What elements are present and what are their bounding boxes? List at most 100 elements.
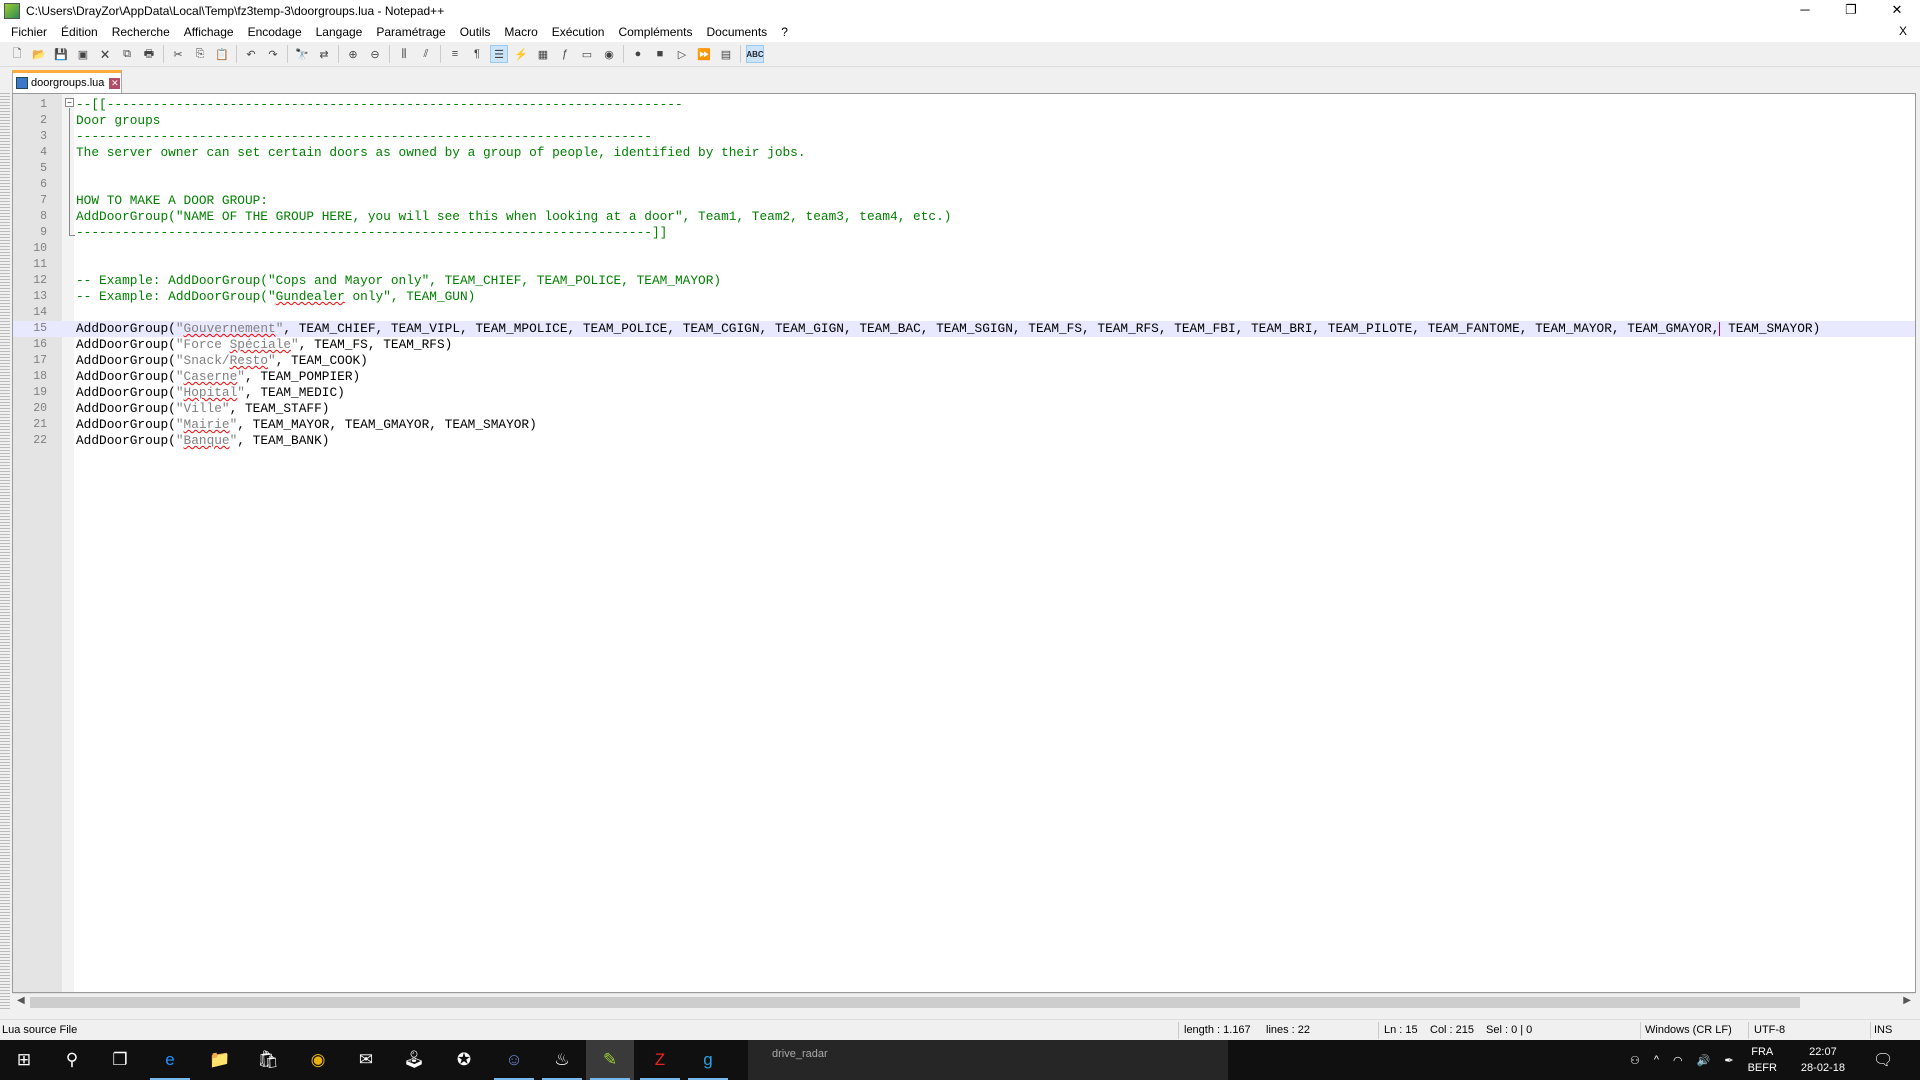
close-icon[interactable]: 🗙 <box>96 45 114 63</box>
code-line[interactable]: 15 AddDoorGroup("Gouvernement", TEAM_CHIE… <box>13 321 1915 337</box>
close-all-icon[interactable]: ⧉ <box>118 45 136 63</box>
doc-map-icon[interactable]: ▦ <box>534 45 552 63</box>
code-line[interactable]: 6 <box>13 177 1915 193</box>
udl-icon[interactable]: ⚡ <box>512 45 530 63</box>
code-line[interactable]: 10 <box>13 241 1915 257</box>
tab-doorgroups-lua[interactable]: doorgroups.lua ✕ <box>12 70 122 93</box>
search-icon[interactable]: ⚲ <box>48 1040 96 1080</box>
print-icon[interactable]: 🖶 <box>140 45 158 63</box>
menu-recherche[interactable]: Recherche <box>105 25 177 39</box>
task-view-icon[interactable]: ❐ <box>96 1040 144 1080</box>
steam-icon[interactable]: ♨ <box>538 1040 586 1080</box>
code-line[interactable]: 12 -- Example: AddDoorGroup("Cops and May… <box>13 273 1915 289</box>
code-line[interactable]: 5 <box>13 161 1915 177</box>
code-line[interactable]: 20 AddDoorGroup("Ville", TEAM_STAFF) <box>13 401 1915 417</box>
code-line[interactable]: 1 --[[-----------------------------------… <box>13 97 1915 113</box>
open-file-icon[interactable]: 📂 <box>30 45 48 63</box>
copy-icon[interactable]: ⎘ <box>191 45 209 63</box>
code-line[interactable]: 14 <box>13 305 1915 321</box>
menu-documents[interactable]: Documents <box>699 25 774 39</box>
code-line[interactable]: 9 ---------------------------------------… <box>13 225 1915 241</box>
undo-icon[interactable]: ↶ <box>242 45 260 63</box>
code-line[interactable]: 16 AddDoorGroup("Force Spéciale", TEAM_FS… <box>13 337 1915 353</box>
find-icon[interactable]: 🔭 <box>293 45 311 63</box>
code-line[interactable]: 21 AddDoorGroup("Mairie", TEAM_MAYOR, TEA… <box>13 417 1915 433</box>
panel-splitter[interactable] <box>0 93 10 1009</box>
chrome-icon[interactable]: ◉ <box>294 1040 342 1080</box>
code-line[interactable]: 17 AddDoorGroup("Snack/Resto", TEAM_COOK) <box>13 353 1915 369</box>
editor-lines[interactable]: 1 --[[-----------------------------------… <box>13 97 1915 449</box>
status-encoding[interactable]: UTF-8 <box>1754 1024 1785 1036</box>
run-macro-multiple-icon[interactable]: ⏩ <box>695 45 713 63</box>
folder-workspace-icon[interactable]: ▭ <box>578 45 596 63</box>
word-wrap-icon[interactable]: ≡ <box>446 45 464 63</box>
save-all-icon[interactable]: ▣ <box>74 45 92 63</box>
pen-icon[interactable]: ✒ <box>1724 1054 1733 1067</box>
zoom-out-icon[interactable]: ⊖ <box>366 45 384 63</box>
discord-icon[interactable]: ☺ <box>490 1040 538 1080</box>
stop-record-icon[interactable]: ■ <box>651 45 669 63</box>
minimize-button[interactable]: ─ <box>1782 0 1828 22</box>
sync-horizontal-icon[interactable]: ⫽ <box>417 45 435 63</box>
code-line[interactable]: 7 HOW TO MAKE A DOOR GROUP: <box>13 193 1915 209</box>
menu-macro[interactable]: Macro <box>497 25 544 39</box>
scrollbar-thumb[interactable] <box>30 997 1800 1008</box>
code-line[interactable]: 3 ---------------------------------------… <box>13 129 1915 145</box>
notepadpp-icon[interactable]: ✎ <box>586 1040 634 1080</box>
input-language[interactable]: FRA BEFR <box>1748 1044 1777 1076</box>
fold-collapse-icon[interactable]: − <box>65 98 74 107</box>
show-all-chars-icon[interactable]: ¶ <box>468 45 486 63</box>
action-center-icon[interactable]: 🗨 <box>1873 1050 1893 1070</box>
edge-icon[interactable]: e <box>146 1040 194 1080</box>
menu-fichier[interactable]: Fichier <box>4 25 54 39</box>
zoom-in-icon[interactable]: ⊕ <box>344 45 362 63</box>
code-line[interactable]: 13 -- Example: AddDoorGroup("Gundealer on… <box>13 289 1915 305</box>
menu-langage[interactable]: Langage <box>309 25 370 39</box>
game-icon[interactable]: 🕹 <box>390 1040 438 1080</box>
windows-start-icon[interactable]: ⊞ <box>0 1040 48 1080</box>
menu-execution[interactable]: Exécution <box>545 25 612 39</box>
menu-help[interactable]: ? <box>774 25 795 39</box>
restore-button[interactable]: ❐ <box>1828 0 1874 22</box>
menu-outils[interactable]: Outils <box>453 25 498 39</box>
replace-icon[interactable]: ⇄ <box>315 45 333 63</box>
new-file-icon[interactable]: 🗋 <box>8 45 26 63</box>
store-icon[interactable]: 🛍 <box>244 1040 292 1080</box>
network-icon[interactable]: ◠ <box>1673 1054 1683 1067</box>
menu-complements[interactable]: Compléments <box>611 25 699 39</box>
people-icon[interactable]: ⚇ <box>1630 1054 1640 1067</box>
clock[interactable]: 22:07 28-02-18 <box>1801 1044 1845 1076</box>
scroll-right-icon[interactable]: ▶ <box>1903 995 1911 1006</box>
sync-vertical-icon[interactable]: ⫼ <box>395 45 413 63</box>
menu-encodage[interactable]: Encodage <box>241 25 309 39</box>
code-line[interactable]: 2 Door groups <box>13 113 1915 129</box>
save-icon[interactable]: 💾 <box>52 45 70 63</box>
monitoring-icon[interactable]: ◉ <box>600 45 618 63</box>
paste-icon[interactable]: 📋 <box>213 45 231 63</box>
code-line[interactable]: 4 The server owner can set certain doors … <box>13 145 1915 161</box>
function-list-icon[interactable]: ƒ <box>556 45 574 63</box>
mail-icon[interactable]: ✉ <box>342 1040 390 1080</box>
horizontal-scrollbar[interactable]: ◀ ▶ <box>13 993 1915 1010</box>
menu-edition[interactable]: Édition <box>54 25 105 39</box>
code-line[interactable]: 18 AddDoorGroup("Caserne", TEAM_POMPIER) <box>13 369 1915 385</box>
filezilla-icon[interactable]: Z <box>636 1040 684 1080</box>
status-eol[interactable]: Windows (CR LF) <box>1645 1024 1732 1036</box>
menu-affichage[interactable]: Affichage <box>177 25 241 39</box>
redo-icon[interactable]: ↷ <box>264 45 282 63</box>
indent-guide-icon[interactable]: ☰ <box>490 45 508 63</box>
code-line[interactable]: 8 AddDoorGroup("NAME OF THE GROUP HERE, y… <box>13 209 1915 225</box>
close-document-button[interactable]: X <box>1892 24 1914 38</box>
code-line[interactable]: 11 <box>13 257 1915 273</box>
scroll-left-icon[interactable]: ◀ <box>17 995 25 1006</box>
spell-check-icon[interactable]: ABC <box>746 45 764 63</box>
code-line[interactable]: 19 AddDoorGroup("Hopital", TEAM_MEDIC) <box>13 385 1915 401</box>
show-hidden-icons[interactable]: ^ <box>1654 1054 1659 1066</box>
save-macro-icon[interactable]: ▤ <box>717 45 735 63</box>
play-macro-icon[interactable]: ▷ <box>673 45 691 63</box>
menu-parametrage[interactable]: Paramétrage <box>369 25 452 39</box>
tab-close-icon[interactable]: ✕ <box>109 77 121 89</box>
code-line[interactable]: 22 AddDoorGroup("Banque", TEAM_BANK) <box>13 433 1915 449</box>
code-editor[interactable]: 1 --[[-----------------------------------… <box>12 93 1916 993</box>
g-app-icon[interactable]: g <box>684 1040 732 1080</box>
